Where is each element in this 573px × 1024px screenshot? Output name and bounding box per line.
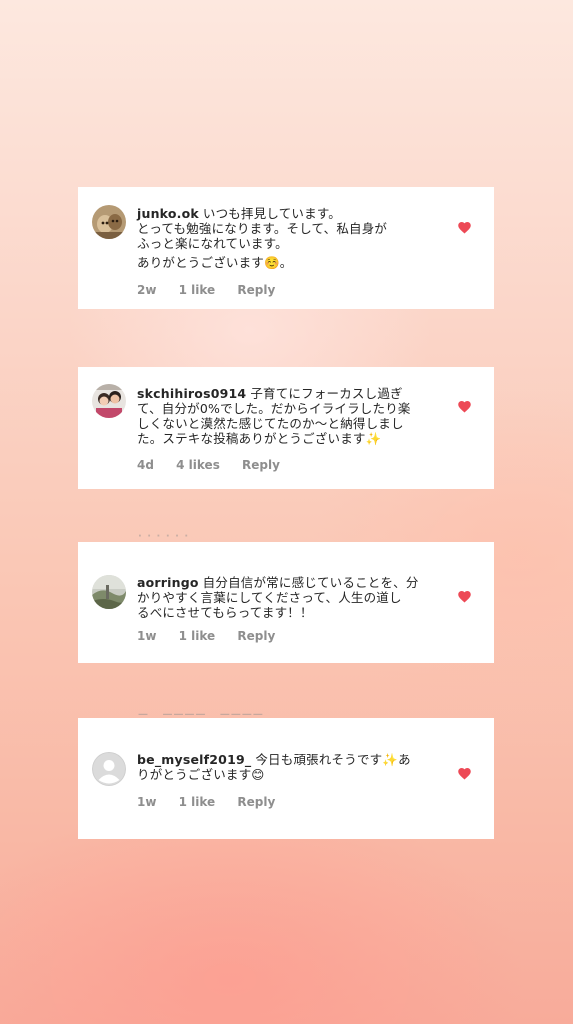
comment-meta: 1w 1 like Reply [137, 795, 293, 809]
username-link[interactable]: aorringo [137, 575, 199, 590]
timestamp: 4d [137, 458, 154, 472]
profile-photo-landscape-icon [92, 575, 126, 609]
timestamp: 1w [137, 795, 157, 809]
comment-line: いつも拝見しています。 [202, 206, 341, 221]
comment-line: とっても勉強になります。そして、私自身が [137, 221, 388, 236]
comment-text: skchihiros0914 子育てにフォーカスし過ぎ て、自分が0%でした。だか… [137, 386, 437, 446]
avatar[interactable] [92, 205, 126, 239]
comment-text: aorringo 自分自信が常に感じていることを、分 かりやすく言葉にしてくださっ… [137, 575, 437, 620]
comment-line: るべにさせてもらってます！！ [137, 605, 313, 620]
profile-photo-dogs-icon [92, 205, 126, 239]
timestamp: 1w [137, 629, 157, 643]
likes-count[interactable]: 1 like [179, 629, 216, 643]
timestamp: 2w [137, 283, 157, 297]
username-link[interactable]: be_myself2019_ [137, 752, 251, 767]
reply-button[interactable]: Reply [242, 458, 280, 472]
reply-button[interactable]: Reply [237, 629, 275, 643]
likes-count[interactable]: 4 likes [176, 458, 220, 472]
heart-icon[interactable] [457, 589, 472, 603]
comment-card: aorringo 自分自信が常に感じていることを、分 かりやすく言葉にしてくださっ… [78, 542, 494, 663]
comment-line: 子育てにフォーカスし過ぎ [250, 386, 403, 401]
comment-meta: 2w 1 like Reply [137, 283, 293, 297]
cropped-text-remnant: · · · · · · [138, 531, 190, 542]
comment-text: be_myself2019_ 今日も頑張れそうです✨あ りがとうございます😊 [137, 752, 437, 782]
reply-button[interactable]: Reply [237, 283, 275, 297]
comment-line: りがとうございます😊 [137, 767, 265, 782]
comment-line: た。ステキな投稿ありがとうございます✨ [137, 431, 382, 446]
comment-meta: 1w 1 like Reply [137, 629, 293, 643]
comment-line: ありがとうございます☺️。 [137, 255, 293, 270]
default-avatar-icon [92, 752, 126, 786]
comment-card: be_myself2019_ 今日も頑張れそうです✨あ りがとうございます😊 1w… [78, 718, 494, 839]
username-link[interactable]: skchihiros0914 [137, 386, 246, 401]
comment-text: junko.ok いつも拝見しています。 とっても勉強になります。そして、私自身が… [137, 206, 437, 270]
heart-icon[interactable] [457, 220, 472, 234]
avatar[interactable] [92, 575, 126, 609]
likes-count[interactable]: 1 like [179, 795, 216, 809]
heart-icon[interactable] [457, 766, 472, 780]
comment-card: skchihiros0914 子育てにフォーカスし過ぎ て、自分が0%でした。だか… [78, 367, 494, 489]
reply-button[interactable]: Reply [237, 795, 275, 809]
comment-line: かりやすく言葉にしてくださって、人生の道し [137, 590, 402, 605]
username-link[interactable]: junko.ok [137, 206, 199, 221]
likes-count[interactable]: 1 like [179, 283, 216, 297]
comment-line: しくないと漠然た感じてたのか〜と納得しまし [137, 416, 404, 431]
comment-line: ふっと楽になれています。 [137, 236, 288, 251]
comment-line: 今日も頑張れそうです✨あ [255, 752, 411, 767]
profile-photo-family-icon [92, 384, 126, 418]
heart-icon[interactable] [457, 399, 472, 413]
comment-line: 自分自信が常に感じていることを、分 [202, 575, 419, 590]
comment-line: て、自分が0%でした。だからイライラしたり楽 [137, 401, 411, 416]
avatar[interactable] [92, 752, 126, 786]
avatar[interactable] [92, 384, 126, 418]
comment-meta: 4d 4 likes Reply [137, 458, 298, 472]
comment-card: junko.ok いつも拝見しています。 とっても勉強になります。そして、私自身が… [78, 187, 494, 309]
